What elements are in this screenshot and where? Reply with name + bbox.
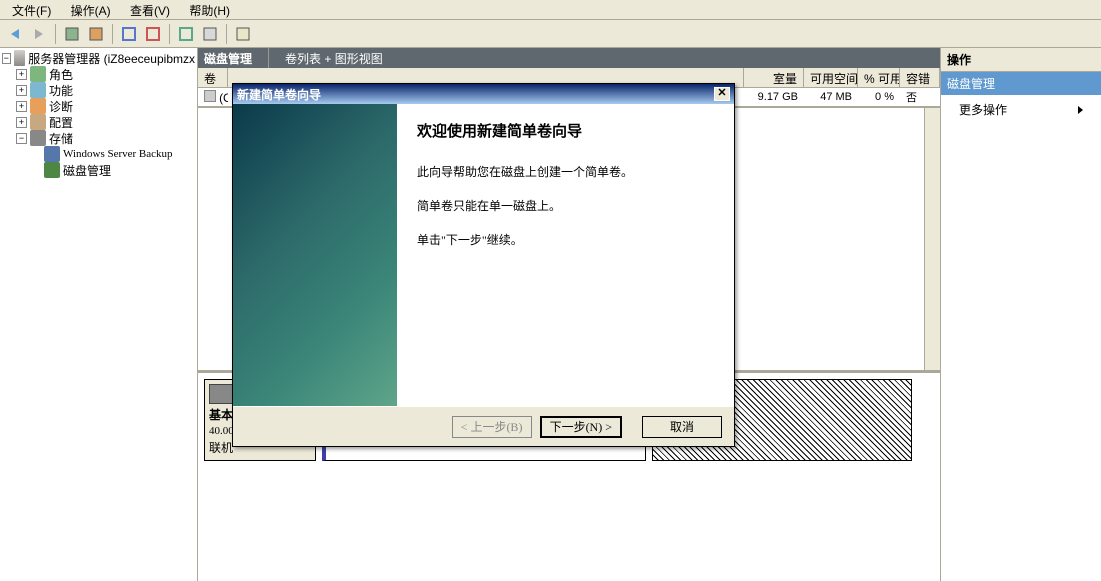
tree-features[interactable]: + 功能 [2,82,195,98]
tree-backup[interactable]: Windows Server Backup [2,146,195,162]
tool-btn-5[interactable] [175,23,197,45]
tree-conf-label: 配置 [49,114,73,131]
dialog-titlebar[interactable]: 新建简单卷向导 ✕ [233,84,734,104]
volume-fault: 否 [900,89,940,105]
forward-button[interactable] [28,23,50,45]
tree-diagnostics[interactable]: + 诊断 [2,98,195,114]
volume-icon [204,90,216,102]
arrow-left-icon [11,29,19,39]
tree-disk-label: 磁盘管理 [63,162,111,179]
disk-icon [44,162,60,178]
features-icon [30,82,46,98]
menu-bar: 文件(F) 操作(A) 查看(V) 帮助(H) [0,0,1101,20]
tool-btn-2[interactable] [85,23,107,45]
collapse-icon[interactable]: − [16,133,27,144]
wizard-p2: 简单卷只能在单一磁盘上。 [417,197,714,215]
backup-icon [44,146,60,162]
wizard-content: 欢迎使用新建简单卷向导 此向导帮助您在磁盘上创建一个简单卷。 简单卷只能在单一磁… [397,104,734,406]
tool-btn-6[interactable] [199,23,221,45]
vertical-scrollbar[interactable] [924,108,940,370]
tree-storage-label: 存储 [49,130,73,147]
tree-diag-label: 诊断 [49,98,73,115]
roles-icon [30,66,46,82]
volume-pct: 0 % [858,91,900,103]
wizard-dialog: 新建简单卷向导 ✕ 欢迎使用新建简单卷向导 此向导帮助您在磁盘上创建一个简单卷。… [232,83,735,447]
col-fault[interactable]: 容错 [900,68,940,87]
col-capacity[interactable]: 室量 [744,68,804,87]
close-button[interactable]: ✕ [714,87,730,101]
wizard-p3: 单击"下一步"继续。 [417,231,714,249]
col-volume[interactable]: 卷 [198,68,228,87]
tool-btn-3[interactable] [118,23,140,45]
actions-header: 操作 [941,48,1101,72]
arrow-right-icon [1078,106,1083,114]
menu-help[interactable]: 帮助(H) [181,2,238,20]
menu-view[interactable]: 查看(V) [122,2,178,20]
configuration-icon [30,114,46,130]
diagnostics-icon [30,98,46,114]
tree-backup-label: Windows Server Backup [63,148,173,160]
actions-section: 磁盘管理 [941,72,1101,95]
tree-panel: − 服务器管理器 (iZ8eeceupibmzx + 角色 + 功能 + 诊断 … [0,48,198,581]
wizard-heading: 欢迎使用新建简单卷向导 [417,120,714,141]
panel-subtitle: 卷列表 + 图形视图 [268,48,383,68]
col-free[interactable]: 可用空间 [804,68,858,87]
tool-btn-7[interactable] [232,23,254,45]
tree-configuration[interactable]: + 配置 [2,114,195,130]
tree-root-label: 服务器管理器 (iZ8eeceupibmzx [28,50,195,67]
panel-header: 磁盘管理 卷列表 + 图形视图 [198,48,940,68]
disk-icon [209,384,233,404]
tree-storage[interactable]: − 存储 [2,130,195,146]
storage-icon [30,130,46,146]
tree-features-label: 功能 [49,82,73,99]
server-icon [14,50,26,66]
volume-capacity: 9.17 GB [744,91,804,103]
back-button: < 上一步(B) [452,416,532,438]
expand-icon[interactable]: + [16,69,27,80]
dialog-title: 新建简单卷向导 [237,86,321,103]
wizard-p1: 此向导帮助您在磁盘上创建一个简单卷。 [417,163,714,181]
col-pct[interactable]: % 可用 [858,68,900,87]
actions-more[interactable]: 更多操作 [941,95,1101,124]
next-button[interactable]: 下一步(N) > [540,416,622,438]
volume-name: (C [219,91,228,105]
tree-roles-label: 角色 [49,66,73,83]
volume-free: 47 MB [804,91,858,103]
actions-panel: 操作 磁盘管理 更多操作 [941,48,1101,581]
menu-file[interactable]: 文件(F) [4,2,59,20]
expand-icon[interactable]: − [2,53,11,64]
tree-root[interactable]: − 服务器管理器 (iZ8eeceupibmzx [2,50,195,66]
toolbar [0,20,1101,48]
panel-title: 磁盘管理 [204,50,252,67]
actions-more-label: 更多操作 [959,101,1007,118]
dialog-buttons: < 上一步(B) 下一步(N) > 取消 [233,406,734,446]
tree-roles[interactable]: + 角色 [2,66,195,82]
expand-icon[interactable]: + [16,117,27,128]
menu-action[interactable]: 操作(A) [63,2,119,20]
tool-btn-1[interactable] [61,23,83,45]
expand-icon[interactable]: + [16,85,27,96]
tree-disk-mgmt[interactable]: 磁盘管理 [2,162,195,178]
tool-btn-4[interactable] [142,23,164,45]
wizard-banner [233,104,397,406]
back-button[interactable] [4,23,26,45]
arrow-right-icon [35,29,43,39]
cancel-button[interactable]: 取消 [642,416,722,438]
expand-icon[interactable]: + [16,101,27,112]
